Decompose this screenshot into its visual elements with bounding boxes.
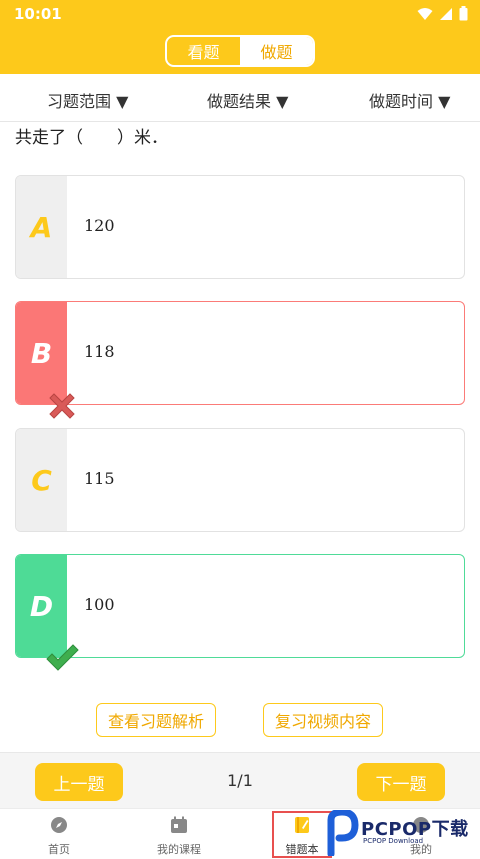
pcpop-logo-icon [327,810,359,856]
watermark-subtext: PCPOP Download [363,837,424,845]
nav-label: 我的课程 [157,843,201,856]
filter-result[interactable]: 做题结果 ▼ [207,88,288,112]
filter-bar: 习题范围 ▼ 做题结果 ▼ 做题时间 ▼ [0,74,480,122]
pager-bar: 1/1 上一题 下一题 [0,752,480,808]
watermark-logo: PCPOP下载 PCPOP Download [323,808,473,858]
nav-my-courses[interactable]: 我的课程 [139,809,219,859]
signal-icon [440,7,452,20]
question-text: 共走了（ ）米． [15,128,168,148]
calendar-icon [171,816,187,833]
status-time: 10:01 [14,5,62,23]
next-question-button[interactable]: 下一题 [357,763,445,801]
option-letter: C [16,429,67,531]
review-video-button[interactable]: 复习视频内容 [263,703,383,737]
compass-icon [51,817,67,833]
option-d[interactable]: D 100 [15,554,465,671]
battery-icon [459,6,468,21]
filter-range[interactable]: 习题范围 ▼ [47,88,128,112]
tab-do-questions[interactable]: 做题 [240,37,313,65]
view-analysis-button[interactable]: 查看习题解析 [96,703,216,737]
wrong-mark-icon [49,393,75,419]
prev-question-button[interactable]: 上一题 [35,763,123,801]
tab-view-questions[interactable]: 看题 [167,37,240,65]
option-b[interactable]: B 118 [15,301,465,419]
option-a[interactable]: A 120 [15,175,465,279]
option-value: 120 [84,216,115,235]
option-value: 115 [84,469,115,488]
top-bar: 10:01 看题 做题 [0,0,480,74]
status-icons [417,6,468,21]
nav-label: 首页 [48,843,70,856]
filter-time[interactable]: 做题时间 ▼ [369,88,450,112]
wifi-icon [417,7,433,20]
option-value: 118 [84,342,115,361]
option-c[interactable]: C 115 [15,428,465,532]
view-mode-segment: 看题 做题 [165,35,315,67]
correct-mark-icon [46,644,79,671]
option-letter: A [16,176,67,278]
option-value: 100 [84,595,115,614]
nav-home[interactable]: 首页 [19,809,99,859]
status-bar: 10:01 [0,0,480,28]
